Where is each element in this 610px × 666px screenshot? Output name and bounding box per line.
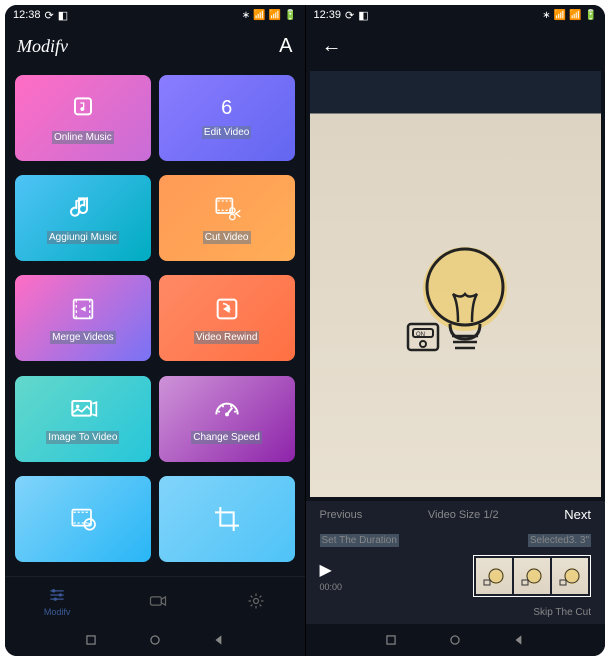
video-size-label[interactable]: Video Size 1/2 xyxy=(428,509,499,521)
gear-icon xyxy=(246,591,266,611)
signal-icon: 📶 xyxy=(554,10,566,21)
play-time: 00:00 xyxy=(320,582,343,592)
tile-label: Merge Videos xyxy=(50,331,116,344)
nav-camera[interactable] xyxy=(148,591,168,611)
tile-video-rewind[interactable]: Video Rewind xyxy=(159,275,295,361)
music-note-icon xyxy=(67,93,99,125)
tile-label: Aggiungi Music xyxy=(47,231,119,244)
tools-grid: Online Music 6 Edit Video Aggiungi Music… xyxy=(5,67,305,576)
signal-icon: 📶 xyxy=(253,10,265,21)
status-time: 12:39 xyxy=(314,9,342,21)
header-action-button[interactable]: A xyxy=(279,35,292,58)
thumbnail[interactable] xyxy=(514,558,550,594)
tile-extra-2[interactable] xyxy=(159,476,295,562)
nav-modify[interactable]: Modifv xyxy=(44,585,71,617)
bottom-nav: Modifv xyxy=(5,576,305,624)
system-nav-left xyxy=(5,624,305,656)
status-sync-icon: ⟳ xyxy=(345,9,354,22)
editor-controls: Previous Video Size 1/2 Next Set The Dur… xyxy=(306,501,606,624)
tile-extra-1[interactable] xyxy=(15,476,151,562)
battery-icon: 🔋 xyxy=(585,10,597,21)
home-button[interactable] xyxy=(448,633,462,647)
battery-icon: 🔋 xyxy=(284,10,296,21)
sliders-icon xyxy=(47,585,67,605)
editor-header: ← xyxy=(306,25,606,67)
camera-icon xyxy=(148,591,168,611)
scissors-film-icon xyxy=(211,193,243,225)
status-app-icon: ◧ xyxy=(58,9,68,22)
page-title: Modifv xyxy=(17,36,68,57)
back-arrow-icon[interactable]: ← xyxy=(318,31,346,62)
nav-settings[interactable] xyxy=(246,591,266,611)
duration-label: Set The Duration xyxy=(320,534,399,547)
selected-label: Selected3. 3" xyxy=(528,534,591,547)
tile-label: Online Music xyxy=(52,131,114,144)
video-play-icon xyxy=(67,503,99,535)
tile-number: 6 xyxy=(221,97,232,120)
prev-button[interactable]: Previous xyxy=(320,509,363,521)
video-preview[interactable]: ON xyxy=(306,67,606,501)
tile-edit-video[interactable]: 6 Edit Video xyxy=(159,75,295,161)
thumbnail[interactable] xyxy=(552,558,588,594)
tile-cut-video[interactable]: Cut Video xyxy=(159,175,295,261)
tile-label: Edit Video xyxy=(202,126,251,139)
app-header: Modifv A xyxy=(5,25,305,67)
signal-icon: 📶 xyxy=(269,10,281,21)
bluetooth-icon: ∗ xyxy=(242,10,250,21)
recents-button[interactable] xyxy=(84,633,98,647)
tile-label: Cut Video xyxy=(203,231,251,244)
film-merge-icon xyxy=(67,293,99,325)
thumbnail[interactable] xyxy=(476,558,512,594)
status-app-icon: ◧ xyxy=(358,9,368,22)
lightbulb-drawing: ON xyxy=(390,224,520,384)
timeline-thumbnails[interactable] xyxy=(473,555,591,597)
image-icon xyxy=(67,393,99,425)
tile-label: Change Speed xyxy=(191,431,262,444)
svg-text:ON: ON xyxy=(416,332,425,338)
rewind-icon xyxy=(211,293,243,325)
crop-icon xyxy=(211,503,243,535)
signal-icon: 📶 xyxy=(569,10,581,21)
tile-online-music[interactable]: Online Music xyxy=(15,75,151,161)
gauge-icon xyxy=(211,393,243,425)
status-bar-right: 12:39 ⟳ ◧ ∗ 📶 📶 🔋 xyxy=(306,5,606,25)
tile-change-speed[interactable]: Change Speed xyxy=(159,376,295,462)
status-bar-left: 12:38 ⟳ ◧ ∗ 📶 📶 🔋 xyxy=(5,5,305,25)
bluetooth-icon: ∗ xyxy=(542,10,550,21)
status-time: 12:38 xyxy=(13,9,41,21)
recents-button[interactable] xyxy=(384,633,398,647)
tile-merge-videos[interactable]: Merge Videos xyxy=(15,275,151,361)
tile-image-to-video[interactable]: Image To Video xyxy=(15,376,151,462)
back-button[interactable] xyxy=(512,633,526,647)
skip-cut-button[interactable]: Skip The Cut xyxy=(533,607,591,618)
play-button[interactable]: ▶ 00:00 xyxy=(320,560,343,592)
system-nav-right xyxy=(306,624,606,656)
status-sync-icon: ⟳ xyxy=(45,9,54,22)
music-notes-icon xyxy=(67,193,99,225)
back-button[interactable] xyxy=(212,633,226,647)
next-button[interactable]: Next xyxy=(564,507,591,522)
tile-label: Image To Video xyxy=(46,431,119,444)
tile-add-music[interactable]: Aggiungi Music xyxy=(15,175,151,261)
tile-label: Video Rewind xyxy=(194,331,260,344)
home-button[interactable] xyxy=(148,633,162,647)
nav-label: Modifv xyxy=(44,607,71,617)
play-icon: ▶ xyxy=(320,560,332,580)
